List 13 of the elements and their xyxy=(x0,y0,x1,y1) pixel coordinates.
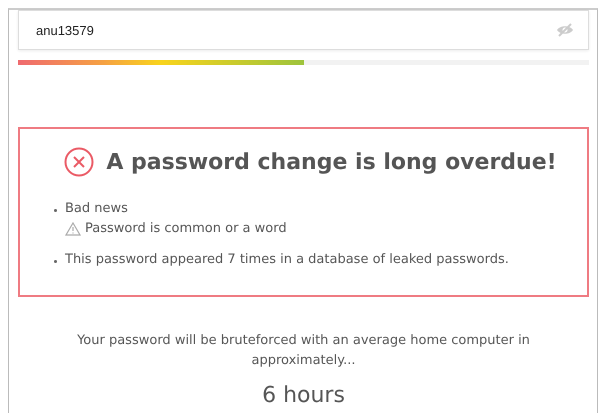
estimate-text: Your password will be bruteforced with an average home computer in approximately... xyxy=(76,332,531,370)
warning-text: Password is common or a word xyxy=(85,221,287,236)
eye-slash-icon[interactable] xyxy=(556,23,574,37)
warning-icon xyxy=(65,222,81,236)
password-input[interactable]: anu13579 xyxy=(36,22,556,38)
alert-title: A password change is long overdue! xyxy=(106,150,557,174)
alert-item-text: Bad news xyxy=(65,201,128,216)
password-field[interactable]: anu13579 xyxy=(18,10,589,50)
bullet-icon xyxy=(54,209,57,212)
bullet-icon xyxy=(54,260,57,263)
estimate-time: 6 hours xyxy=(261,383,346,408)
alert-item-text: This password appeared 7 times in a database of leaked passwords. xyxy=(65,252,509,267)
close-circle-icon xyxy=(64,147,94,177)
